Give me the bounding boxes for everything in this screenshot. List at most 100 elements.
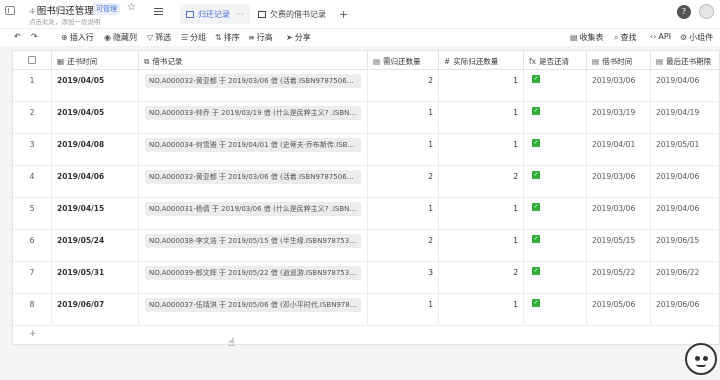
deadline-cell[interactable]: 2019/05/01 xyxy=(651,134,720,166)
redo-icon[interactable]: ↷ xyxy=(31,32,38,41)
return-time-cell[interactable]: 2019/06/07 xyxy=(52,294,139,326)
due-qty-cell[interactable]: 3 xyxy=(368,262,439,294)
record-cell[interactable]: NO.A000032-黄亚都 于 2019/03/06 借 (活着.ISBN97… xyxy=(139,70,368,102)
borrow-time-cell[interactable]: 2019/05/15 xyxy=(587,230,651,262)
actual-qty-cell[interactable]: 2 xyxy=(439,262,524,294)
row-number[interactable]: 2 xyxy=(13,102,52,134)
cleared-cell[interactable]: ✓ xyxy=(524,230,587,262)
page-description[interactable]: 点击此处，添加一段说明 xyxy=(29,16,101,26)
form-button[interactable]: ▤ 收集表 xyxy=(570,32,604,43)
cleared-cell[interactable]: ✓ xyxy=(524,166,587,198)
group-button[interactable]: ☰ 分组 xyxy=(181,32,206,43)
checkbox-checked-icon[interactable]: ✓ xyxy=(532,107,540,115)
cleared-cell[interactable]: ✓ xyxy=(524,262,587,294)
undo-icon[interactable]: ↶ xyxy=(14,32,21,41)
row-number[interactable]: 7 xyxy=(13,262,52,294)
actual-qty-cell[interactable]: 2 xyxy=(439,166,524,198)
row-number[interactable]: 1 xyxy=(13,70,52,102)
borrow-time-cell[interactable]: 2019/03/06 xyxy=(587,198,651,230)
checkbox-checked-icon[interactable]: ✓ xyxy=(532,75,540,83)
header-return-time[interactable]: ▦ 还书时间 xyxy=(52,51,139,70)
table-row[interactable]: 4 2019/04/06 NO.A000032-黄亚都 于 2019/03/06 借… xyxy=(13,166,720,198)
checkbox-checked-icon[interactable]: ✓ xyxy=(532,139,540,147)
page-title[interactable]: ⁜图书归还管理 xyxy=(29,3,94,17)
tab-overdue-records[interactable]: 欠费的借书记录 xyxy=(252,4,332,24)
record-cell[interactable]: NO.A000034-何雪雅 于 2019/04/01 借 (史蒂夫·乔布斯传.… xyxy=(139,134,368,166)
actual-qty-cell[interactable]: 1 xyxy=(439,198,524,230)
borrow-time-cell[interactable]: 2019/05/06 xyxy=(587,294,651,326)
header-actual-qty[interactable]: # 实际归还数量 xyxy=(439,51,524,70)
deadline-cell[interactable]: 2019/06/22 xyxy=(651,262,720,294)
due-qty-cell[interactable]: 1 xyxy=(368,198,439,230)
row-number[interactable]: 4 xyxy=(13,166,52,198)
deadline-cell[interactable]: 2019/06/15 xyxy=(651,230,720,262)
record-cell[interactable]: NO.A000032-黄亚都 于 2019/03/06 借 (活着.ISBN97… xyxy=(139,166,368,198)
return-time-cell[interactable]: 2019/04/05 xyxy=(52,70,139,102)
header-borrow-time[interactable]: ▤ 借书时间 xyxy=(587,51,651,70)
filter-button[interactable]: ▽ 筛选 xyxy=(147,32,171,43)
header-cleared[interactable]: fx 是否还清 xyxy=(524,51,587,70)
help-icon[interactable]: ? xyxy=(677,5,691,19)
due-qty-cell[interactable]: 1 xyxy=(368,102,439,134)
cleared-cell[interactable]: ✓ xyxy=(524,294,587,326)
table-row[interactable]: 3 2019/04/08 NO.A000034-何雪雅 于 2019/04/01 借… xyxy=(13,134,720,166)
header-record[interactable]: ⧉ 借书记录 xyxy=(139,51,368,70)
borrow-time-cell[interactable]: 2019/04/01 xyxy=(587,134,651,166)
table-row[interactable]: 1 2019/04/05 NO.A000032-黄亚都 于 2019/03/06 借… xyxy=(13,70,720,102)
return-time-cell[interactable]: 2019/04/08 xyxy=(52,134,139,166)
cleared-cell[interactable]: ✓ xyxy=(524,102,587,134)
borrow-time-cell[interactable]: 2019/03/06 xyxy=(587,70,651,102)
row-number[interactable]: 8 xyxy=(13,294,52,326)
tab-more-icon[interactable]: ··· xyxy=(236,10,244,19)
return-time-cell[interactable]: 2019/04/05 xyxy=(52,102,139,134)
find-button[interactable]: ⌕ 查找 xyxy=(614,32,636,43)
record-cell[interactable]: NO.A000033-帅乔 于 2019/03/19 借 (什么是民粹主义? .… xyxy=(139,102,368,134)
checkbox-checked-icon[interactable]: ✓ xyxy=(532,203,540,211)
borrow-time-cell[interactable]: 2019/03/19 xyxy=(587,102,651,134)
record-cell[interactable]: NO.A000038-李文浩 于 2019/05/15 借 (半生缘.ISBN9… xyxy=(139,230,368,262)
checkbox-checked-icon[interactable]: ✓ xyxy=(532,267,540,275)
assistant-bot-icon[interactable] xyxy=(685,343,717,375)
api-button[interactable]: ‹› API xyxy=(650,32,671,41)
actual-qty-cell[interactable]: 1 xyxy=(439,70,524,102)
actual-qty-cell[interactable]: 1 xyxy=(439,294,524,326)
add-row-button[interactable]: + xyxy=(29,329,37,339)
actual-qty-cell[interactable]: 1 xyxy=(439,134,524,166)
checkbox-checked-icon[interactable]: ✓ xyxy=(532,235,540,243)
borrow-time-cell[interactable]: 2019/05/22 xyxy=(587,262,651,294)
record-cell[interactable]: NO.A000039-郎文辉 于 2019/05/22 借 (逍遥游.ISBN9… xyxy=(139,262,368,294)
share-button[interactable]: ➤ 分享 xyxy=(286,32,311,43)
add-view-button[interactable]: + xyxy=(339,8,348,21)
borrow-time-cell[interactable]: 2019/03/06 xyxy=(587,166,651,198)
sort-button[interactable]: ⇅ 排序 xyxy=(215,32,240,43)
row-number[interactable]: 6 xyxy=(13,230,52,262)
checkbox-checked-icon[interactable]: ✓ xyxy=(532,299,540,307)
due-qty-cell[interactable]: 1 xyxy=(368,294,439,326)
table-row[interactable]: 5 2019/04/15 NO.A000031-杨倩 于 2019/03/06 借 … xyxy=(13,198,720,230)
due-qty-cell[interactable]: 1 xyxy=(368,134,439,166)
record-cell[interactable]: NO.A000037-伍靖淇 于 2019/05/06 借 (邓小平时代.ISB… xyxy=(139,294,368,326)
tab-return-records[interactable]: 归还记录 ··· xyxy=(180,4,250,24)
header-deadline[interactable]: ▤ 最后还书期限 xyxy=(651,51,720,70)
avatar[interactable] xyxy=(699,4,714,19)
return-time-cell[interactable]: 2019/05/31 xyxy=(52,262,139,294)
star-icon[interactable]: ☆ xyxy=(127,2,136,13)
widgets-button[interactable]: ⚙ 小组件 xyxy=(680,32,713,43)
actual-qty-cell[interactable]: 1 xyxy=(439,230,524,262)
sidebar-toggle-icon[interactable] xyxy=(5,6,15,15)
table-row[interactable]: 6 2019/05/24 NO.A000038-李文浩 于 2019/05/15 借… xyxy=(13,230,720,262)
due-qty-cell[interactable]: 2 xyxy=(368,166,439,198)
return-time-cell[interactable]: 2019/04/15 xyxy=(52,198,139,230)
due-qty-cell[interactable]: 2 xyxy=(368,70,439,102)
table-row[interactable]: 8 2019/06/07 NO.A000037-伍靖淇 于 2019/05/06 借… xyxy=(13,294,720,326)
table-row[interactable]: 7 2019/05/31 NO.A000039-郎文辉 于 2019/05/22 借… xyxy=(13,262,720,294)
insert-row-button[interactable]: ⊕ 插入行 xyxy=(61,32,94,43)
cleared-cell[interactable]: ✓ xyxy=(524,134,587,166)
actual-qty-cell[interactable]: 1 xyxy=(439,102,524,134)
cleared-cell[interactable]: ✓ xyxy=(524,70,587,102)
header-due-qty[interactable]: ▤ 需归还数量 xyxy=(368,51,439,70)
deadline-cell[interactable]: 2019/04/19 xyxy=(651,102,720,134)
table-row[interactable]: 2 2019/04/05 NO.A000033-帅乔 于 2019/03/19 借 … xyxy=(13,102,720,134)
cleared-cell[interactable]: ✓ xyxy=(524,198,587,230)
deadline-cell[interactable]: 2019/04/06 xyxy=(651,166,720,198)
